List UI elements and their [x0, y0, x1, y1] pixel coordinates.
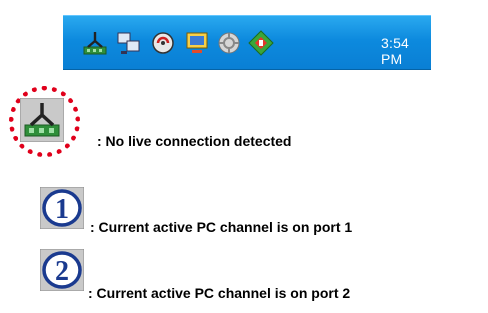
kvm-no-connection-icon [20, 98, 64, 142]
svg-text:1: 1 [55, 194, 69, 225]
system-tray: 3:54 PM [63, 15, 431, 70]
clock[interactable]: 3:54 PM [381, 35, 431, 67]
update-icon[interactable] [215, 29, 243, 57]
port-2-icon: 2 [40, 249, 84, 291]
port-1-icon: 1 [40, 187, 84, 229]
legend-caption-port-1: : Current active PC channel is on port 1 [90, 219, 353, 235]
display-icon[interactable] [183, 29, 211, 57]
volume-icon[interactable] [149, 29, 177, 57]
svg-text:2: 2 [55, 256, 69, 287]
legend-caption-no-connection: : No live connection detected [97, 133, 292, 149]
kvm-tray-icon[interactable] [81, 29, 109, 57]
security-icon[interactable] [247, 29, 275, 57]
legend-caption-port-2: : Current active PC channel is on port 2 [88, 285, 351, 301]
network-icon[interactable] [115, 29, 143, 57]
